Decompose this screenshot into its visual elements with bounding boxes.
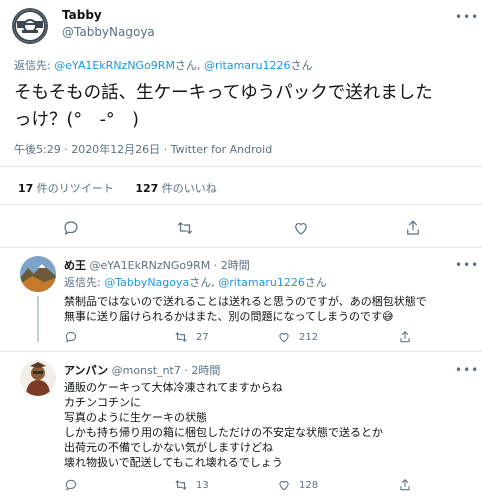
more-icon[interactable]: •••: [455, 258, 479, 272]
display-name[interactable]: アンパン: [64, 364, 108, 377]
mention-link[interactable]: @TabbyNagoya: [104, 276, 189, 289]
reply-to-suffix: さん,: [174, 59, 204, 72]
retweet-count: 27: [196, 331, 209, 343]
more-icon[interactable]: •••: [455, 363, 479, 377]
reply-button[interactable]: [64, 330, 78, 344]
like-icon: [279, 481, 289, 491]
like-count: 212: [299, 331, 319, 343]
user-handle[interactable]: @monst_nt7: [112, 364, 181, 377]
avatar[interactable]: [20, 256, 56, 292]
reply-text-line: 通販のケーキって大体冷凍されてますからね: [64, 381, 283, 394]
likes-stat[interactable]: 127 件のいいね: [135, 182, 216, 195]
divider: [0, 351, 482, 352]
reply-text-line: 出荷元の不備でしかない気がしますけどね: [64, 441, 273, 454]
divider: [0, 166, 482, 167]
reply-to-suffix: さん,: [189, 276, 219, 289]
share-button[interactable]: [398, 478, 412, 492]
divider: [0, 204, 482, 205]
retweets-stat[interactable]: 17 件のリツイート: [18, 182, 114, 195]
reply-text-line: 禁制品ではないので送れることは送れると思うのですが、あの梱包状態で: [64, 295, 427, 308]
reply-time[interactable]: · 2時間: [181, 364, 220, 377]
character-avatar-icon: [20, 360, 56, 396]
reply-text-line: しかも持ち帰り用の箱に梱包しただけの不安定な状態で送るとか: [64, 426, 383, 439]
retweets-label: 件のリツイート: [33, 182, 114, 195]
share-icon: [400, 331, 410, 343]
retweet-icon: [175, 480, 187, 490]
user-handle[interactable]: @eYA1EkRNzNGo9RM: [90, 259, 211, 272]
reply-header: め王 @eYA1EkRNzNGo9RM · 2時間: [64, 257, 250, 273]
tweet-text-line: っけ？(° -° ): [14, 110, 139, 130]
tweet-text-line-end: た: [415, 83, 433, 103]
user-handle[interactable]: @TabbyNagoya: [62, 25, 155, 39]
tweet-text-line: そもそもの話、生ケーキってゆうパックで送れまし: [14, 83, 416, 103]
reply-text-line: 無事に送り届けられるかはまた、別の問題になってしまうのです😅: [64, 310, 394, 323]
like-button[interactable]: [292, 219, 310, 237]
reply-text: 通販のケーキって大体冷凍されてますからね カチンコチンに 写真のように生ケーキの…: [64, 380, 474, 470]
tabby-avatar-icon: [14, 10, 46, 42]
display-name[interactable]: Tabby: [62, 8, 102, 22]
reply-icon: [65, 479, 77, 491]
retweet-button[interactable]: 13: [174, 478, 209, 492]
retweets-count: 17: [18, 182, 34, 195]
reply-time[interactable]: · 2時間: [210, 259, 250, 272]
share-icon: [400, 479, 410, 491]
retweet-button[interactable]: [176, 219, 194, 237]
share-button[interactable]: [398, 330, 412, 344]
mention-link[interactable]: @ritamaru1226: [218, 276, 305, 289]
share-button[interactable]: [404, 219, 422, 237]
reply-text-line: カチンコチンに: [64, 396, 141, 409]
reply-text-line: 写真のように生ケーキの状態: [64, 411, 207, 424]
reply-icon: [64, 221, 78, 236]
mention-link[interactable]: @eYA1EkRNzNGo9RM: [54, 59, 175, 72]
share-icon: [407, 220, 419, 235]
like-button[interactable]: 212: [277, 330, 318, 344]
reply-to-line: 返信先: @TabbyNagoyaさん, @ritamaru1226さん: [64, 274, 327, 290]
likes-label: 件のいいね: [158, 182, 217, 195]
more-icon[interactable]: •••: [455, 10, 479, 24]
reply-icon: [65, 331, 77, 343]
reply-text: 禁制品ではないので送れることは送れると思うのですが、あの梱包状態で 無事に送り届…: [64, 294, 474, 324]
reply-to-prefix: 返信先:: [64, 276, 105, 289]
reply-header: アンパン @monst_nt7 · 2時間: [64, 362, 220, 378]
reply-to-prefix: 返信先:: [14, 59, 55, 72]
retweet-icon: [177, 221, 193, 235]
like-button[interactable]: 128: [277, 478, 318, 492]
display-name[interactable]: め王: [64, 259, 86, 272]
thread-line: [37, 296, 39, 342]
like-count: 128: [299, 479, 319, 491]
like-icon: [279, 333, 289, 343]
reply-to-suffix: さん: [304, 276, 327, 289]
reply-button[interactable]: [62, 219, 80, 237]
tweet-text: そもそもの話、生ケーキってゆうパックで送れました っけ？(° -° ): [14, 80, 474, 134]
reply-text-line: 壊れ物扱いで配送してもこれ壊れるでしょう: [64, 456, 283, 469]
retweet-count: 13: [196, 479, 209, 491]
tweet-stats: 17 件のリツイート 127 件のいいね: [18, 180, 217, 196]
avatar[interactable]: [20, 360, 56, 396]
retweet-button[interactable]: 27: [174, 330, 209, 344]
mention-link[interactable]: @ritamaru1226: [204, 59, 291, 72]
tweet-timestamp[interactable]: 午後5:29 · 2020年12月26日 · Twitter for Andro…: [14, 141, 272, 157]
reply-to-line: 返信先: @eYA1EkRNzNGo9RMさん, @ritamaru1226さん: [14, 57, 313, 73]
avatar[interactable]: [12, 8, 48, 44]
landscape-avatar-icon: [20, 256, 56, 292]
retweet-icon: [175, 332, 187, 342]
reply-to-suffix: さん: [290, 59, 313, 72]
like-icon: [295, 223, 307, 235]
likes-count: 127: [135, 182, 159, 195]
reply-button[interactable]: [64, 478, 78, 492]
divider: [0, 247, 482, 248]
